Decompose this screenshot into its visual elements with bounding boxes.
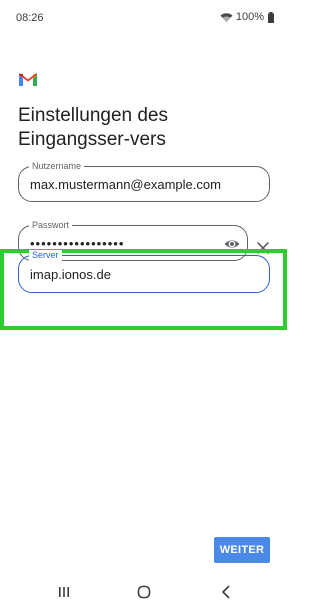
navigation-bar xyxy=(0,576,288,608)
recent-apps-icon[interactable] xyxy=(56,584,72,600)
status-time: 08:26 xyxy=(16,12,44,24)
home-icon[interactable] xyxy=(136,584,152,600)
server-field[interactable]: Server xyxy=(18,250,270,293)
gmail-logo-icon xyxy=(19,73,37,87)
wifi-icon xyxy=(220,12,233,23)
status-icons: 100% xyxy=(220,10,274,24)
battery-percent: 100% xyxy=(235,11,264,23)
username-field[interactable]: Nutzername xyxy=(18,161,270,202)
page-title: Einstellungen des Eingangsser-vers xyxy=(18,105,168,150)
battery-icon xyxy=(268,11,274,23)
next-button[interactable]: WEITER xyxy=(214,537,270,563)
username-input[interactable] xyxy=(30,167,230,201)
server-input[interactable] xyxy=(30,256,230,292)
back-icon[interactable] xyxy=(218,584,234,600)
status-bar: 08:26 100% xyxy=(0,0,288,36)
